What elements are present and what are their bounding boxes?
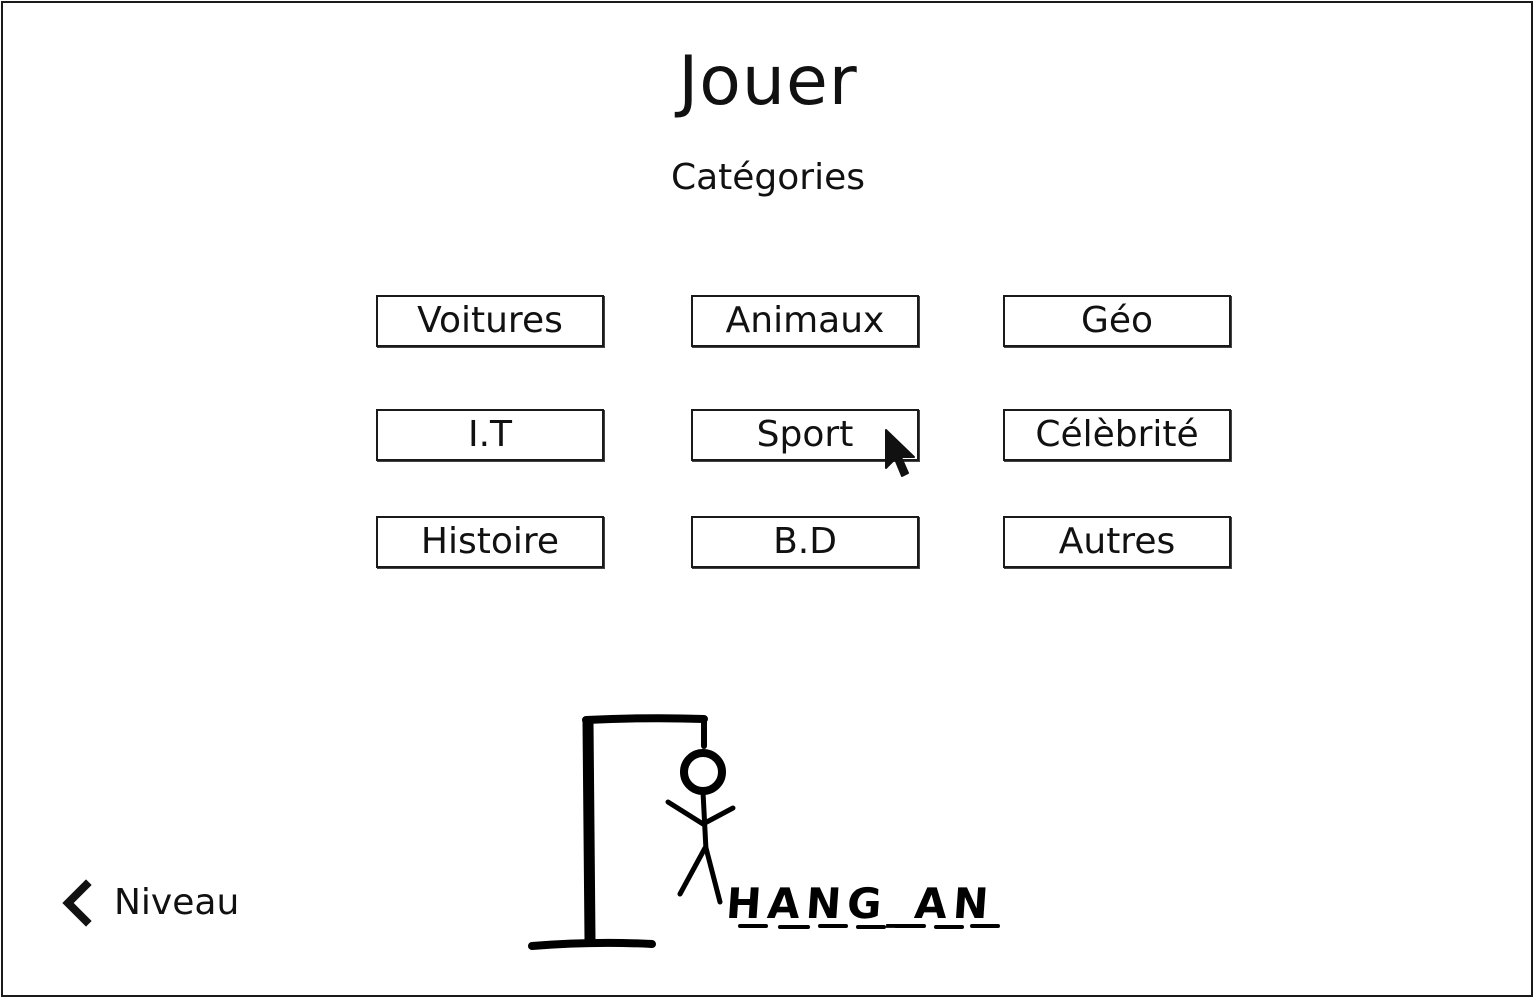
categories-heading: Catégories bbox=[670, 157, 866, 198]
category-button-geo[interactable]: Géo bbox=[1003, 295, 1231, 347]
category-button-bd[interactable]: B.D bbox=[691, 516, 919, 568]
category-button-it[interactable]: I.T bbox=[376, 409, 604, 461]
back-to-niveau-link[interactable]: Niveau bbox=[58, 878, 239, 928]
hangman-icon bbox=[528, 714, 736, 950]
chevron-left-icon bbox=[62, 879, 92, 927]
mouse-pointer-icon bbox=[885, 429, 915, 477]
hangman-logo: HANG_AN bbox=[528, 714, 1000, 950]
category-button-voitures[interactable]: Voitures bbox=[376, 295, 604, 347]
category-button-celebrite[interactable]: Célèbrité bbox=[1003, 409, 1231, 461]
category-button-animaux[interactable]: Animaux bbox=[691, 295, 919, 347]
category-button-autres[interactable]: Autres bbox=[1003, 516, 1231, 568]
category-button-histoire[interactable]: Histoire bbox=[376, 516, 604, 568]
back-link-label: Niveau bbox=[114, 882, 240, 923]
page-title: Jouer bbox=[678, 42, 858, 121]
hangman-logo-text: HANG_AN bbox=[725, 879, 996, 928]
